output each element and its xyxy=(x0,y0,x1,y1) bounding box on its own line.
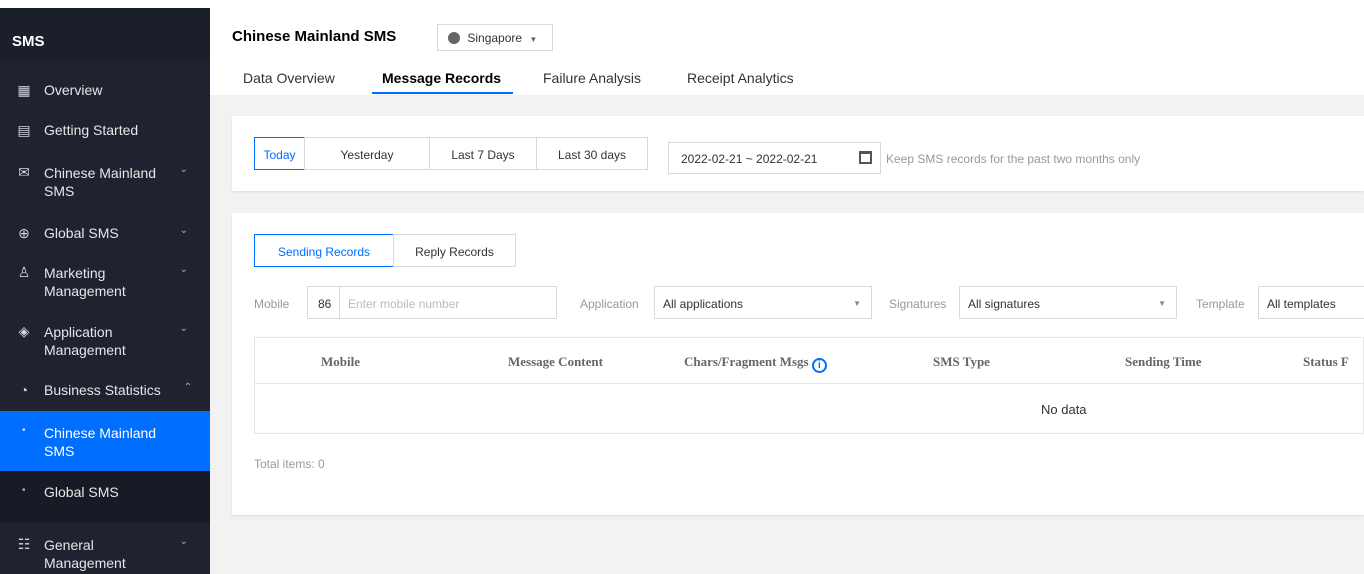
sidebar-item-label: General Management xyxy=(44,537,126,571)
globe-icon: ⊕ xyxy=(18,225,30,241)
sidebar-item-overview[interactable]: ▦ Overview xyxy=(0,82,210,102)
application-value: All applications xyxy=(663,297,744,311)
top-strip xyxy=(0,0,1364,8)
column-chars-fragment-label: Chars/Fragment Msgs xyxy=(684,354,809,369)
column-sending-time: Sending Time xyxy=(1125,354,1202,369)
bullet-dot-icon: • xyxy=(22,485,26,496)
application-select[interactable]: All applications ▼ xyxy=(654,286,872,319)
records-card: Sending Records Reply Records Mobile 86 … xyxy=(232,213,1364,515)
template-select[interactable]: All templates xyxy=(1258,286,1364,319)
caret-down-icon: ▼ xyxy=(1158,299,1166,308)
sidebar-subitem-label: Global SMS xyxy=(44,484,119,500)
column-sms-type: SMS Type xyxy=(933,354,990,369)
sidebar-item-label: Application Management xyxy=(44,324,126,358)
signatures-select[interactable]: All signatures ▼ xyxy=(959,286,1177,319)
signatures-value: All signatures xyxy=(968,297,1041,311)
sidebar-item-general-management[interactable]: ☷ General Management ⌄ xyxy=(0,536,210,574)
sidebar-item-getting-started[interactable]: ▤ Getting Started xyxy=(0,122,210,142)
template-label: Template xyxy=(1196,297,1245,311)
sidebar-item-chinese-mainland-sms[interactable]: ✉ Chinese Mainland SMS ⌄ xyxy=(0,164,210,204)
users-icon: ♙ xyxy=(17,264,31,280)
chevron-down-icon: ⌄ xyxy=(179,264,188,275)
sidebar-item-global-sms[interactable]: ⊕ Global SMS ⌄ xyxy=(0,225,210,245)
template-value: All templates xyxy=(1267,297,1336,311)
sidebar-item-business-statistics[interactable]: ◔ Business Statistics ⌃ xyxy=(0,382,210,402)
settings-sliders-icon: ☷ xyxy=(17,536,31,552)
empty-state: No data xyxy=(1041,402,1087,417)
chevron-down-icon: ⌄ xyxy=(179,225,188,236)
signatures-label: Signatures xyxy=(889,297,947,311)
sidebar-item-label: Getting Started xyxy=(44,122,139,138)
tab-failure-analysis[interactable]: Failure Analysis xyxy=(543,70,641,86)
sidebar-item-label: Global SMS xyxy=(44,225,119,241)
reply-records-tab[interactable]: Reply Records xyxy=(393,234,516,267)
tab-data-overview[interactable]: Data Overview xyxy=(243,70,335,86)
sidebar-item-label: Marketing Management xyxy=(44,265,126,299)
table-header: Mobile Message Content Chars/Fragment Ms… xyxy=(255,338,1363,384)
column-status: Status F xyxy=(1303,354,1349,369)
tab-message-records[interactable]: Message Records xyxy=(382,70,501,86)
sidebar-subitem-global-sms[interactable]: • Global SMS xyxy=(0,471,210,522)
records-table: Mobile Message Content Chars/Fragment Ms… xyxy=(254,337,1364,434)
region-selector[interactable]: Singapore ▼ xyxy=(437,24,553,51)
overview-grid-icon: ▦ xyxy=(17,82,31,98)
sidebar-item-application-management[interactable]: ◈ Application Management ⌄ xyxy=(0,323,210,363)
application-label: Application xyxy=(580,297,639,311)
sidebar-subitem-label: Chinese Mainland SMS xyxy=(44,425,157,459)
chevron-down-icon: ⌄ xyxy=(179,323,188,334)
active-tab-indicator xyxy=(372,92,513,94)
page-title: Chinese Mainland SMS xyxy=(232,28,397,45)
sidebar-subitem-chinese-mainland-sms[interactable]: • Chinese Mainland SMS xyxy=(0,411,210,471)
bullet-dot-icon: • xyxy=(22,425,26,436)
country-code-field[interactable]: 86 xyxy=(307,286,340,319)
sidebar-item-marketing-management[interactable]: ♙ Marketing Management ⌄ xyxy=(0,264,210,304)
pie-chart-icon: ◔ xyxy=(19,382,29,398)
mobile-input[interactable]: Enter mobile number xyxy=(339,286,557,319)
sidebar-item-label: Business Statistics xyxy=(44,382,161,398)
date-last-7-days-button[interactable]: Last 7 Days xyxy=(429,137,537,170)
tab-receipt-analytics[interactable]: Receipt Analytics xyxy=(687,70,794,86)
caret-down-icon: ▼ xyxy=(853,299,861,308)
caret-down-icon: ▼ xyxy=(529,35,538,44)
calendar-icon xyxy=(859,151,872,164)
sidebar-title: SMS xyxy=(0,8,210,60)
date-today-button[interactable]: Today xyxy=(254,137,305,170)
globe-icon xyxy=(448,32,460,44)
mail-icon: ✉ xyxy=(18,164,30,180)
date-range-picker[interactable]: 2022-02-21 ~ 2022-02-21 xyxy=(668,142,881,174)
chevron-up-icon: ⌃ xyxy=(183,382,192,393)
sidebar-item-label: Overview xyxy=(44,82,103,98)
total-items: Total items: 0 xyxy=(254,457,325,471)
chevron-down-icon: ⌄ xyxy=(179,164,188,175)
column-mobile: Mobile xyxy=(321,354,360,369)
layers-icon: ◈ xyxy=(18,323,30,339)
column-chars-fragment: Chars/Fragment Msgs i xyxy=(684,354,827,373)
date-range-value: 2022-02-21 ~ 2022-02-21 xyxy=(681,152,818,166)
sending-records-tab[interactable]: Sending Records xyxy=(254,234,394,267)
mobile-label: Mobile xyxy=(254,297,290,311)
date-yesterday-button[interactable]: Yesterday xyxy=(304,137,430,170)
info-icon[interactable]: i xyxy=(811,358,827,373)
document-icon: ▤ xyxy=(17,122,31,138)
date-filter-card: Today Yesterday Last 7 Days Last 30 days… xyxy=(232,116,1364,191)
sidebar: SMS ▦ Overview ▤ Getting Started ✉ Chine… xyxy=(0,8,210,574)
page-header: Chinese Mainland SMS Singapore ▼ Data Ov… xyxy=(210,8,1364,95)
date-last-30-days-button[interactable]: Last 30 days xyxy=(536,137,648,170)
column-message-content: Message Content xyxy=(508,354,603,369)
retention-hint: Keep SMS records for the past two months… xyxy=(886,152,1141,166)
region-label: Singapore xyxy=(467,31,523,45)
chevron-down-icon: ⌄ xyxy=(179,536,188,547)
sidebar-item-label: Chinese Mainland SMS xyxy=(44,165,157,199)
